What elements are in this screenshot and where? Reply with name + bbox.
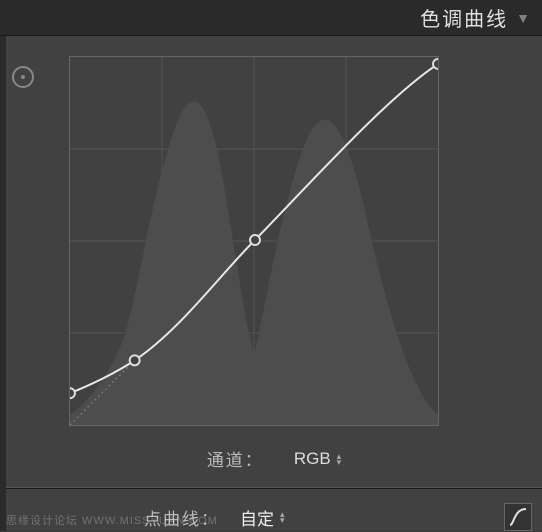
targeted-adjustment-icon[interactable] (12, 66, 34, 88)
curve-point-shadows[interactable] (70, 388, 75, 398)
point-curve-value-text: 自定 (240, 505, 274, 530)
curve-point-darks[interactable] (130, 355, 140, 365)
channel-label: 通道： (207, 446, 264, 471)
curve-svg (70, 57, 438, 425)
collapse-triangle-icon[interactable]: ▼ (516, 10, 530, 26)
channel-value-text: RGB (294, 449, 331, 469)
point-curve-row: 点曲线： 自定 ▴▾ (6, 489, 542, 531)
updown-icon: ▴▾ (337, 453, 342, 465)
channel-row: 通道： RGB ▴▾ (6, 446, 542, 471)
curve-point-highlights[interactable] (433, 59, 438, 69)
point-curve-label: 点曲线： (144, 505, 220, 530)
channel-dropdown[interactable]: RGB ▴▾ (294, 449, 341, 469)
panel-title: 色调曲线 (420, 3, 508, 32)
curve-point-mid[interactable] (250, 235, 260, 245)
panel-header: 色调曲线 ▼ (0, 0, 542, 36)
curve-mode-toggle-button[interactable] (504, 503, 532, 531)
curve-editor[interactable] (69, 56, 439, 426)
curve-row (6, 56, 542, 426)
updown-icon: ▴▾ (280, 511, 285, 523)
curve-mode-icon (508, 507, 528, 527)
point-curve-dropdown[interactable]: 自定 ▴▾ (240, 505, 285, 530)
tone-curve-panel: 通道： RGB ▴▾ 点曲线： 自定 ▴▾ (0, 36, 542, 531)
